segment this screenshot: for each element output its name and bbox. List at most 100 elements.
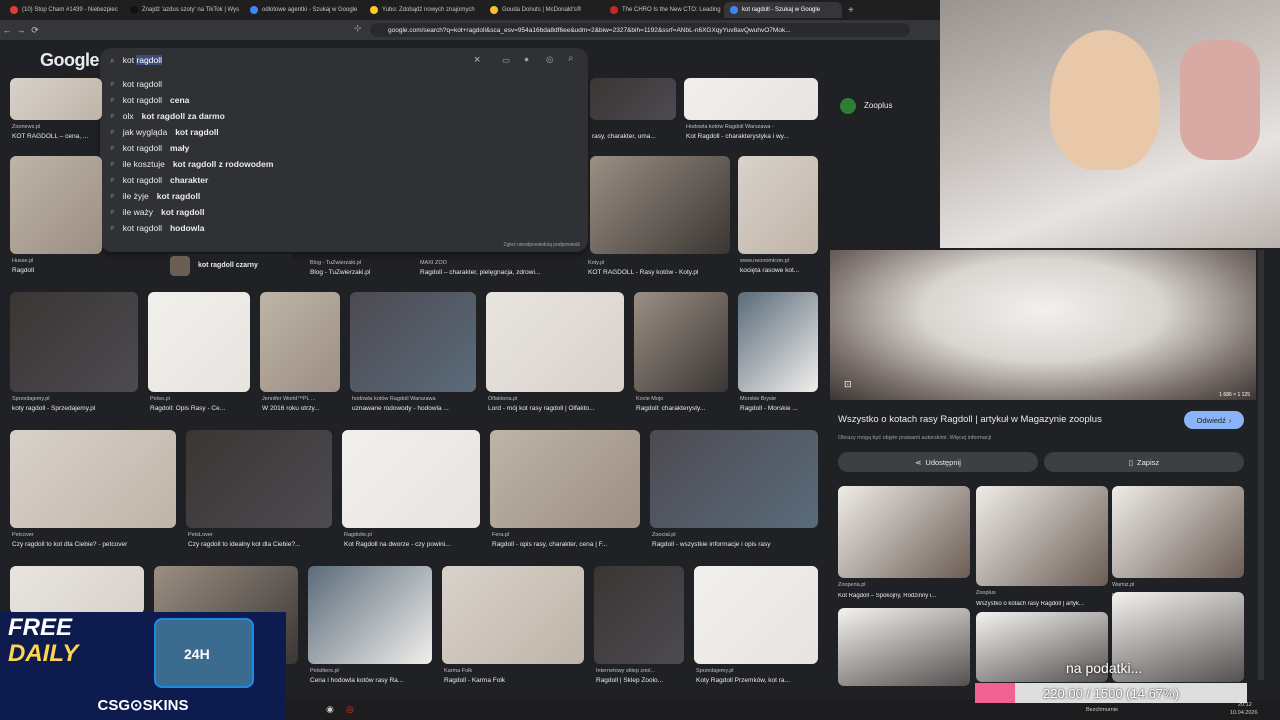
result-image[interactable]	[590, 78, 676, 120]
result-image[interactable]	[486, 292, 624, 392]
result-image[interactable]	[490, 430, 640, 528]
panel-title[interactable]: Wszystko o kotach rasy Ragdoll | artykuł…	[838, 414, 1178, 425]
result-source[interactable]: Petso.pl	[150, 396, 252, 402]
result-source[interactable]: PetsLover	[188, 532, 334, 538]
result-source[interactable]: Zoonews.pl	[12, 124, 104, 130]
share-button[interactable]: ⋖ Udostępnij	[838, 452, 1038, 472]
result-caption[interactable]: Kot Ragdoll na dworze - czy powini...	[344, 541, 512, 548]
search-submit-icon[interactable]: ⌕	[568, 53, 574, 64]
suggestion-item[interactable]: ⌕ kot ragdoll mały	[110, 142, 189, 153]
result-caption[interactable]: koty ragdoll - Sprzedajemy.pl	[12, 405, 170, 412]
result-source[interactable]: Sprzedajemy.pl	[696, 668, 820, 674]
result-image[interactable]	[738, 292, 818, 392]
related-source[interactable]: Zooplus	[976, 590, 1108, 596]
related-source[interactable]: Zooperia.pl	[838, 582, 970, 588]
result-image[interactable]	[442, 566, 584, 664]
tab-4[interactable]: Yubo: Zdobądź nowych znajomych	[364, 2, 482, 18]
result-source[interactable]: Sprzedajemy.pl	[12, 396, 140, 402]
suggestion-item[interactable]: ⌕ kot ragdoll charakter	[110, 174, 208, 185]
panel-site-name[interactable]: Zooplus	[864, 101, 892, 110]
related-source[interactable]: Wamiz.pl	[1112, 582, 1244, 588]
result-caption[interactable]: KOT RAGDOLL - Rasy kotów - Koty.pl	[588, 269, 758, 276]
result-source[interactable]: Fera.pl	[492, 532, 642, 538]
result-image[interactable]	[10, 430, 176, 528]
result-caption[interactable]: Czy ragdoll to kot dla Ciebie? - petcove…	[12, 541, 208, 548]
lens-search-icon[interactable]: ⊡	[844, 379, 852, 390]
result-source[interactable]: Blog - TuZwierzaki.pl	[310, 260, 410, 266]
clear-icon[interactable]: ×	[474, 54, 480, 66]
result-image[interactable]	[684, 78, 818, 120]
report-link[interactable]: Zgłoś nieodpowiednią podpowiedź	[504, 242, 580, 248]
result-image[interactable]	[10, 78, 102, 120]
result-source[interactable]: hodowla kotów Ragdoll Warszawa	[352, 396, 478, 402]
result-image[interactable]	[10, 156, 102, 254]
suggestion-item[interactable]: ⌕ ile żyje kot ragdoll	[110, 190, 200, 201]
result-caption[interactable]: Ragdoll	[12, 267, 134, 274]
result-source[interactable]: Kocie Mojo	[636, 396, 730, 402]
url-field[interactable]: google.com/search?q=kot+ragdoll&sca_esv=…	[370, 23, 910, 37]
result-source[interactable]: MAXI ZOO	[420, 260, 580, 266]
result-image[interactable]	[186, 430, 332, 528]
reload-icon[interactable]: ⟳	[28, 25, 42, 36]
tab-7[interactable]: kot ragdoll - Szukaj w Google	[724, 2, 842, 18]
result-image[interactable]	[590, 156, 730, 254]
preview-image[interactable]: ⊡ 1 686 × 1 125	[830, 250, 1256, 400]
result-source[interactable]: Karma Folk	[444, 668, 586, 674]
result-source[interactable]: Hodowla kotów Ragdoll Warszawa -	[686, 124, 820, 130]
related-image[interactable]	[1112, 486, 1244, 578]
result-caption[interactable]: uznawane rodowody - hodowla ...	[352, 405, 508, 412]
result-source[interactable]: Ragdoite.pl	[344, 532, 482, 538]
app-icon[interactable]: ◉	[326, 704, 334, 715]
result-image[interactable]	[350, 292, 476, 392]
suggestion-item[interactable]: ⌕ kot ragdoll	[110, 78, 170, 89]
result-caption[interactable]: Ragdoll - opis rasy, charakter, cena | F…	[492, 541, 672, 548]
result-caption[interactable]: Ragdoll – charakter, pielęgnacja, zdrowi…	[420, 269, 610, 276]
result-caption[interactable]: Ragdoll - Karma Folk	[444, 677, 616, 684]
result-source[interactable]: Husse.pl	[12, 258, 104, 264]
result-image[interactable]	[650, 430, 818, 528]
result-source[interactable]: www.neonomicon.pl	[740, 258, 820, 264]
related-image[interactable]	[838, 486, 970, 578]
related-image[interactable]	[976, 486, 1108, 586]
google-logo[interactable]: Google	[40, 50, 100, 71]
new-tab-icon[interactable]: +	[848, 5, 854, 16]
result-image[interactable]	[10, 566, 144, 614]
tab-5[interactable]: Gouda Donuts | McDonald's®	[484, 2, 602, 18]
related-caption[interactable]: Wszystko o kotach rasy Ragdoll | artyk..…	[976, 601, 1110, 607]
result-source[interactable]: Morskie Brysie	[740, 396, 820, 402]
visit-button[interactable]: Odwiedź ›	[1184, 411, 1244, 429]
result-image[interactable]	[634, 292, 728, 392]
search-input[interactable]: ⌕ kot ragdoll × ▭ ● ◎ ⌕	[100, 48, 588, 72]
result-image[interactable]	[10, 292, 138, 392]
result-source[interactable]: Zoocial.pl	[652, 532, 820, 538]
result-image[interactable]	[342, 430, 480, 528]
result-caption[interactable]: Koty Ragdoll Przemków, kot ra...	[696, 677, 850, 684]
result-image[interactable]	[148, 292, 250, 392]
result-caption[interactable]: Czy ragdoll to idealny kot dla Ciebie?..…	[188, 541, 364, 548]
result-caption[interactable]: Cena i hodowla kotów rasy Ra...	[310, 677, 464, 684]
related-caption[interactable]: Kot Ragdoll – Spokojny, Rodzinny i...	[838, 593, 972, 599]
save-button[interactable]: ▯ Zapisz	[1044, 452, 1244, 472]
back-icon[interactable]: ←	[0, 25, 14, 35]
related-search-chip[interactable]: kot ragdoll czarny	[168, 254, 292, 278]
related-image[interactable]	[838, 608, 970, 686]
suggestion-item[interactable]: ⌕ ile kosztuje kot ragdoll z rodowodem	[110, 158, 273, 169]
tab-2[interactable]: Znajdź 'azdus szoty' na TikTok | Wys	[124, 2, 242, 18]
result-source[interactable]: Petcover	[12, 532, 178, 538]
result-source[interactable]: Jennifer World™PL ...	[262, 396, 342, 402]
microphone-icon[interactable]: ●	[524, 54, 529, 64]
suggestion-item[interactable]: ⌕ kot ragdoll cena	[110, 94, 189, 105]
result-image[interactable]	[738, 156, 818, 254]
forward-icon[interactable]: →	[14, 25, 28, 35]
result-image[interactable]	[308, 566, 432, 664]
tab-6[interactable]: The CHRO Is the New CTO: Leading	[604, 2, 722, 18]
result-caption[interactable]: Kot Ragdoll - charakterystyka i wy...	[686, 133, 850, 140]
result-source[interactable]: Olfaktoria.pl	[488, 396, 626, 402]
keyboard-icon[interactable]: ▭	[502, 55, 510, 66]
suggestion-item[interactable]: ⌕ ile waży kot ragdoll	[110, 206, 204, 217]
result-image[interactable]	[260, 292, 340, 392]
result-image[interactable]	[594, 566, 684, 664]
suggestion-item[interactable]: ⌕ olx kot ragdoll za darmo	[110, 110, 225, 121]
result-image[interactable]	[694, 566, 818, 664]
browser-icon[interactable]: ◎	[346, 704, 354, 715]
